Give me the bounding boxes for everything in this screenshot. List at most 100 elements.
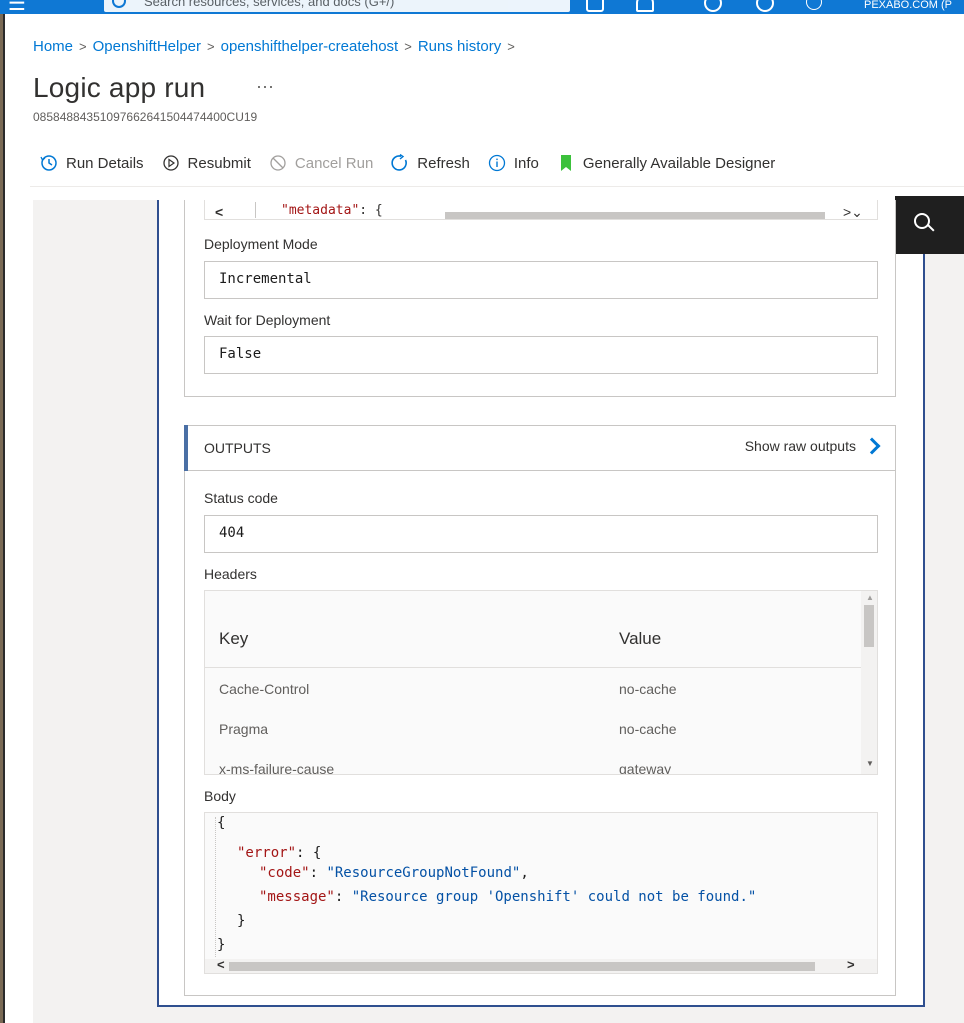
- horizontal-scrollbar-thumb[interactable]: [445, 212, 825, 219]
- breadcrumb-separator: >: [404, 39, 412, 54]
- menu-icon[interactable]: ☰: [8, 0, 26, 14]
- breadcrumb-separator: >: [507, 39, 515, 54]
- header-row-value: no-cache: [619, 681, 677, 697]
- resubmit-label: Resubmit: [187, 154, 251, 172]
- zoom-control[interactable]: [895, 196, 964, 254]
- headers-value-column: Value: [619, 629, 662, 648]
- json-value-message: "Resource group 'Openshift' could not be…: [351, 889, 757, 905]
- json-value-code: "ResourceGroupNotFound": [326, 865, 521, 881]
- scroll-down-icon[interactable]: ▼: [866, 759, 874, 768]
- inputs-json-viewer[interactable]: < "metadata": { >⌄: [204, 200, 878, 220]
- refresh-label: Refresh: [417, 154, 470, 172]
- account-name[interactable]: PEXABO.COM (P: [864, 0, 952, 11]
- run-details-label: Run Details: [66, 154, 144, 172]
- body-label: Body: [204, 788, 236, 804]
- json-key-message: "message": [259, 889, 335, 905]
- breadcrumb-separator: >: [207, 39, 215, 54]
- headers-vertical-scrollbar[interactable]: ▲ ▼: [861, 591, 877, 774]
- run-details-button[interactable]: Run Details: [40, 154, 144, 172]
- code-open-brace: {: [217, 815, 226, 831]
- help-icon[interactable]: [756, 0, 774, 12]
- feedback-icon[interactable]: [806, 0, 822, 10]
- deployment-mode-value: Incremental: [219, 271, 312, 287]
- code-code-line: "code": "ResourceGroupNotFound",: [259, 865, 529, 881]
- scrollbar-thumb[interactable]: [229, 962, 815, 971]
- header-row-value: gateway: [619, 761, 672, 775]
- cancel-run-label: Cancel Run: [294, 154, 374, 172]
- designer-label: Generally Available Designer: [582, 154, 776, 172]
- scroll-left-icon[interactable]: <: [215, 205, 223, 219]
- header-row-value: no-cache: [619, 721, 677, 737]
- settings-icon[interactable]: [704, 0, 722, 12]
- wait-for-deployment-field: False: [204, 336, 878, 374]
- body-json-viewer[interactable]: { "error": { "code": "ResourceGroupNotFo…: [204, 812, 878, 974]
- status-code-value: 404: [219, 525, 245, 541]
- outputs-title: OUTPUTS: [204, 440, 271, 456]
- headers-key-column: Key: [219, 629, 249, 648]
- search-icon: [112, 0, 126, 8]
- chevron-right-icon: [863, 437, 881, 455]
- cancel-run-button[interactable]: Cancel Run: [269, 154, 373, 172]
- zoom-in-icon: [914, 213, 930, 229]
- bookmark-icon: [560, 155, 571, 171]
- body-horizontal-scrollbar[interactable]: < >: [205, 957, 877, 973]
- breadcrumb-createhost[interactable]: openshifthelper-createhost: [221, 38, 399, 55]
- breadcrumb-runs-history[interactable]: Runs history: [418, 38, 501, 55]
- headers-divider: [205, 667, 861, 668]
- headers-table: Key Value Cache-Control no-cache Pragma …: [204, 590, 878, 775]
- refresh-icon: [391, 154, 408, 171]
- code-error-line: "error": {: [237, 845, 321, 861]
- metadata-line: "metadata": {: [281, 203, 383, 218]
- cancel-icon: [270, 155, 286, 171]
- gutter-divider: [255, 202, 256, 218]
- wait-for-deployment-label: Wait for Deployment: [204, 312, 331, 328]
- page-title: Logic app run: [33, 72, 206, 103]
- info-button[interactable]: Info: [488, 154, 539, 172]
- info-label: Info: [513, 154, 539, 172]
- breadcrumb-separator: >: [79, 39, 87, 54]
- global-search-input[interactable]: Search resources, services, and docs (G+…: [104, 0, 570, 12]
- code-close-brace: }: [217, 937, 226, 953]
- breadcrumb-home[interactable]: Home: [33, 38, 73, 55]
- command-bar-divider: [30, 186, 964, 187]
- json-key-code: "code": [259, 865, 310, 881]
- history-icon: [40, 155, 57, 171]
- show-raw-outputs-link[interactable]: Show raw outputs: [744, 437, 881, 455]
- code-message-line: "message": "Resource group 'Openshift' c…: [259, 889, 757, 905]
- deployment-mode-field: Incremental: [204, 261, 878, 299]
- designer-button[interactable]: Generally Available Designer: [557, 154, 775, 172]
- deployment-mode-label: Deployment Mode: [204, 236, 318, 252]
- scroll-right-icon[interactable]: >⌄: [843, 205, 863, 219]
- show-raw-outputs-label: Show raw outputs: [744, 438, 856, 454]
- breadcrumb-openshifthelper[interactable]: OpenshiftHelper: [93, 38, 201, 55]
- portal-topbar: ☰ Search resources, services, and docs (…: [0, 0, 964, 14]
- scroll-up-icon[interactable]: ▲: [866, 593, 874, 602]
- header-row-key: Cache-Control: [219, 681, 310, 697]
- refresh-button[interactable]: Refresh: [391, 154, 470, 172]
- json-key-error: "error": [237, 845, 297, 861]
- json-punct: : {: [296, 845, 322, 861]
- scroll-left-icon[interactable]: <: [217, 957, 225, 972]
- resubmit-button[interactable]: Resubmit: [162, 154, 251, 172]
- outputs-header: OUTPUTS Show raw outputs: [184, 425, 896, 471]
- scroll-right-icon[interactable]: >: [847, 957, 855, 972]
- window-edge-shadow: [3, 0, 5, 1023]
- headers-label: Headers: [204, 566, 257, 582]
- outputs-accent-bar: [184, 425, 188, 471]
- more-options-button[interactable]: ···: [256, 76, 274, 97]
- code-gutter: [215, 817, 217, 957]
- search-placeholder: Search resources, services, and docs (G+…: [144, 0, 395, 9]
- notifications-icon[interactable]: [636, 0, 654, 12]
- cloud-shell-icon[interactable]: [586, 0, 604, 12]
- status-code-field: 404: [204, 515, 878, 553]
- header-row-key: Pragma: [219, 721, 269, 737]
- status-code-label: Status code: [204, 490, 278, 506]
- scrollbar-thumb[interactable]: [864, 605, 874, 647]
- run-id: 08584884351097662641504474400CU19: [33, 110, 258, 124]
- info-icon: [488, 154, 505, 172]
- breadcrumb: Home > OpenshiftHelper > openshifthelper-cre…: [33, 38, 521, 55]
- wait-for-deployment-value: False: [219, 346, 262, 362]
- metadata-punct: : {: [359, 203, 383, 218]
- command-bar: Run Details Resubmit Cancel Run Refresh …: [40, 150, 793, 176]
- resubmit-icon: [162, 155, 179, 171]
